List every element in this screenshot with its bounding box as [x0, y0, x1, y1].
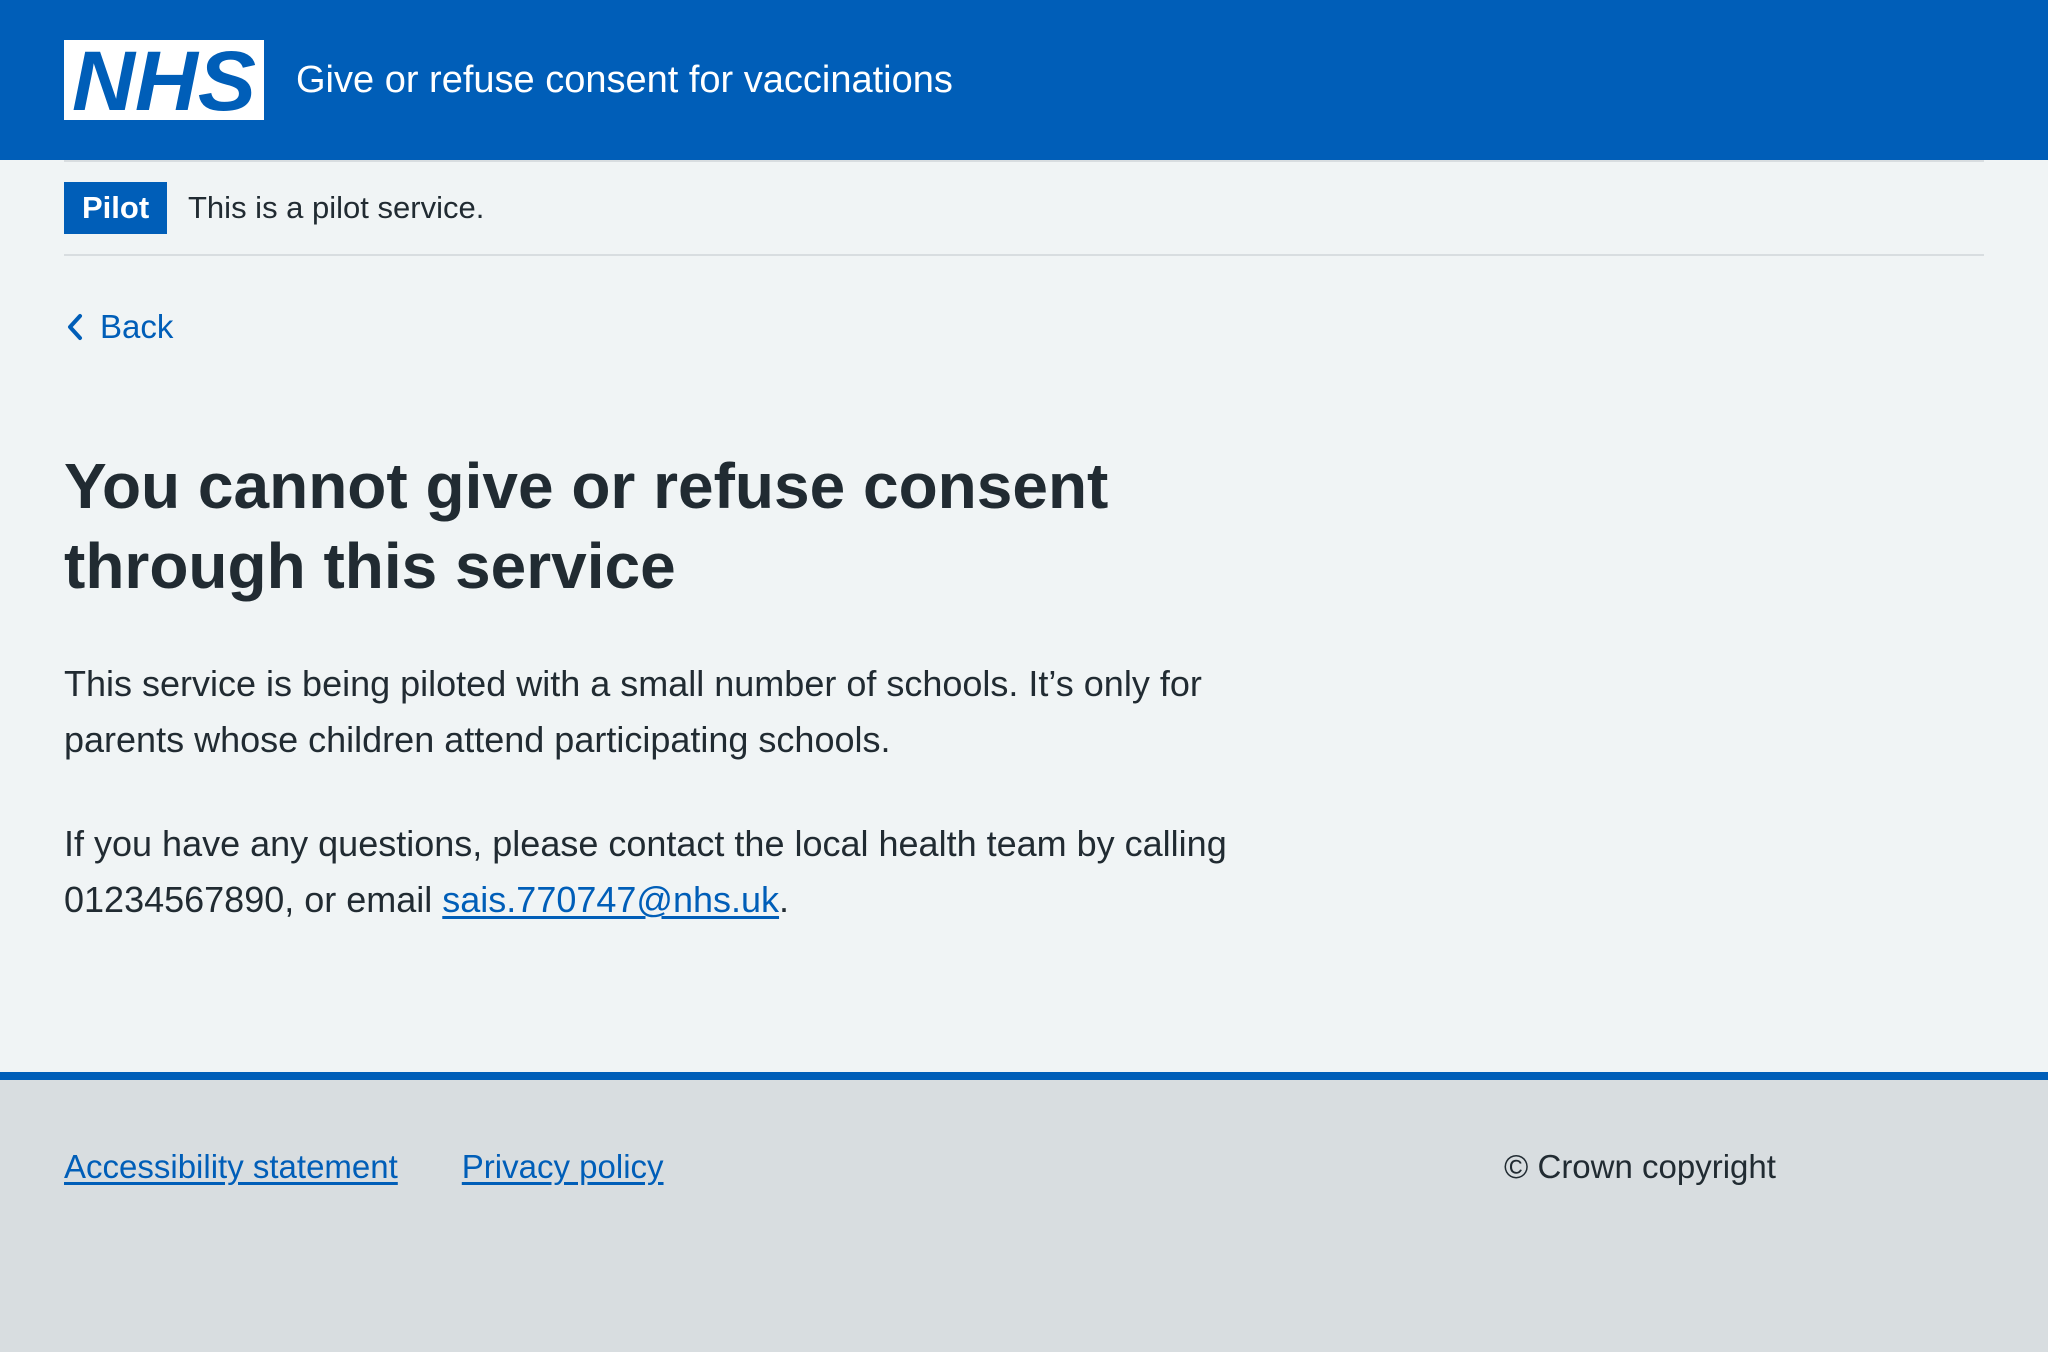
pilot-tag: Pilot — [64, 182, 168, 234]
contact-paragraph: If you have any questions, please contac… — [64, 816, 1304, 928]
accessibility-statement-link[interactable]: Accessibility statement — [64, 1142, 398, 1192]
back-link[interactable]: Back — [64, 302, 173, 352]
nhs-logo[interactable]: NHS — [64, 40, 264, 120]
nhs-logo-text: NHS — [72, 40, 256, 120]
back-link-label: Back — [100, 308, 174, 345]
footer-top-border — [0, 1072, 2048, 1080]
nhs-logo-icon: NHS — [64, 40, 264, 120]
copyright-text: © Crown copyright — [1504, 1148, 1776, 1185]
footer-links: Accessibility statement Privacy policy — [64, 1142, 664, 1192]
privacy-policy-link[interactable]: Privacy policy — [462, 1142, 664, 1192]
contact-email-link[interactable]: sais.770747@nhs.uk — [442, 879, 779, 920]
service-name[interactable]: Give or refuse consent for vaccinations — [296, 54, 953, 106]
site-header: NHS Give or refuse consent for vaccinati… — [0, 0, 2048, 160]
site-footer: Accessibility statement Privacy policy ©… — [0, 1080, 2048, 1352]
chevron-left-icon — [68, 314, 82, 340]
pilot-text: This is a pilot service. — [188, 190, 485, 225]
page-title: You cannot give or refuse consent throug… — [64, 450, 1109, 602]
contact-text-end: . — [779, 879, 790, 920]
pilot-explanation-paragraph: This service is being piloted with a sma… — [64, 663, 1202, 760]
pilot-banner: Pilot This is a pilot service. — [64, 162, 1984, 256]
